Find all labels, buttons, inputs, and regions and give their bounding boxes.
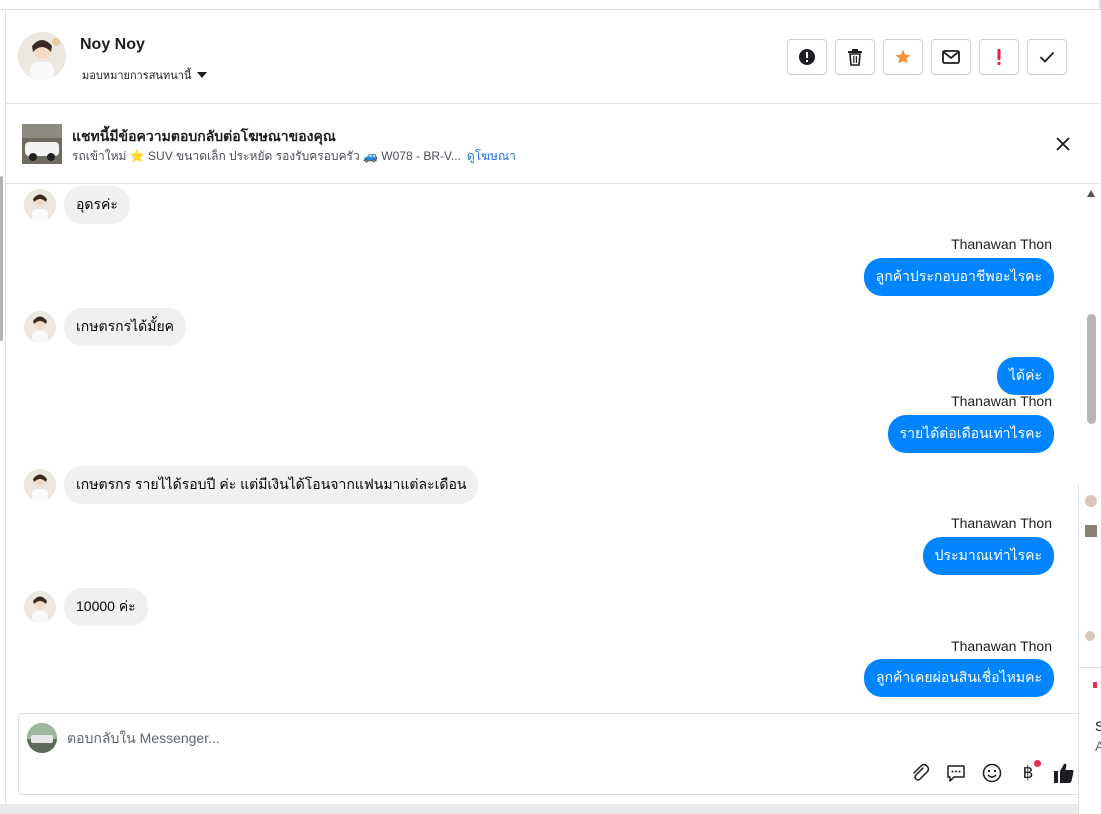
saved-replies-button[interactable] [943, 760, 969, 786]
view-ad-link[interactable]: ดูโฆษณา [467, 149, 516, 163]
side-avatar[interactable] [1085, 631, 1095, 641]
like-button[interactable] [1051, 760, 1077, 786]
exclamation-icon [997, 49, 1001, 65]
ad-reply-banner: แชทนี้มีข้อความตอบกลับต่อโฆษณาของคุณ รถเ… [6, 104, 1099, 184]
caret-down-icon [197, 72, 208, 78]
contact-avatar-small[interactable] [24, 311, 56, 343]
attach-button[interactable] [907, 760, 933, 786]
top-border [0, 0, 1101, 10]
scroll-up-arrow-icon[interactable] [1087, 190, 1095, 197]
sender-name: Thanawan Thon [951, 393, 1052, 409]
message-row: เกษตรกร รายไได้รอบปี ค่ะ แต่มีเงินได้โอน… [24, 466, 479, 504]
composer-toolbar: ฿ [907, 760, 1077, 786]
message-row: 10000 ค่ะ [24, 588, 148, 626]
mark-unread-button[interactable] [931, 39, 971, 75]
sender-name: Thanawan Thon [951, 236, 1052, 252]
side-panel-partial: S A [1078, 485, 1101, 814]
baht-icon: ฿ [1022, 763, 1034, 782]
contact-avatar-small[interactable] [24, 189, 56, 221]
outgoing-message[interactable]: ลูกค้าเคยผ่อนสินเชื่อไหมคะ [863, 659, 1054, 697]
contact-avatar[interactable] [18, 32, 66, 80]
conversation-header: Noy Noy มอบหมายการสนทนานี้ [6, 10, 1099, 104]
assign-label: มอบหมายการสนทนานี้ [82, 70, 192, 82]
incoming-message[interactable]: 10000 ค่ะ [64, 588, 148, 626]
incoming-message[interactable]: เกษตรกรได้มั้ยค [64, 308, 187, 346]
outgoing-message[interactable]: ได้ค่ะ [996, 357, 1054, 395]
page-avatar [27, 723, 57, 753]
side-indicator [1093, 682, 1097, 688]
thumbs-up-icon [1054, 763, 1074, 783]
left-scroll-handle[interactable] [0, 176, 3, 341]
outgoing-message[interactable]: ประมาณเท่าไรคะ [922, 537, 1054, 575]
ad-banner-title: แชทนี้มีข้อความตอบกลับต่อโฆษณาของคุณ [72, 128, 336, 144]
alert-circle-icon [799, 49, 815, 65]
side-text: S [1095, 718, 1101, 734]
sender-name: Thanawan Thon [951, 515, 1052, 531]
delete-button[interactable] [835, 39, 875, 75]
scrollbar-thumb[interactable] [1087, 314, 1096, 424]
incoming-message[interactable]: อุดรค่ะ [64, 186, 130, 224]
side-text: A [1095, 738, 1101, 754]
envelope-icon [942, 50, 960, 64]
contact-name: Noy Noy [80, 36, 145, 53]
ad-banner-subtitle: รถเข้าใหม่ ⭐ SUV ขนาดเล็ก ประหยัด รองรับ… [72, 147, 516, 166]
assign-conversation-dropdown[interactable]: มอบหมายการสนทนานี้ [82, 66, 208, 84]
payment-button[interactable]: ฿ [1015, 760, 1041, 786]
reply-input[interactable] [67, 726, 967, 750]
bottom-bar [0, 804, 1101, 814]
emoji-icon [982, 763, 1002, 783]
side-thumbnail[interactable] [1085, 525, 1097, 537]
chat-bubble-icon [947, 765, 965, 782]
incoming-message[interactable]: เกษตรกร รายไได้รอบปี ค่ะ แต่มีเงินได้โอน… [64, 466, 479, 504]
header-actions [787, 39, 1067, 75]
check-icon [1039, 51, 1055, 63]
contact-avatar-small[interactable] [24, 591, 56, 623]
ad-description: รถเข้าใหม่ ⭐ SUV ขนาดเล็ก ประหยัด รองรับ… [72, 149, 461, 163]
side-card[interactable]: S A [1079, 667, 1101, 814]
star-button[interactable] [883, 39, 923, 75]
outgoing-message[interactable]: รายได้ต่อเดือนเท่าไรคะ [887, 415, 1054, 453]
mark-done-button[interactable] [1027, 39, 1067, 75]
paperclip-icon [913, 763, 930, 781]
star-icon [895, 49, 911, 64]
message-list[interactable]: อุดรค่ะ Thanawan Thon ลูกค้าประกอบอาชีพอ… [6, 184, 1084, 708]
side-avatar[interactable] [1085, 495, 1097, 507]
reply-composer: ฿ [18, 713, 1084, 795]
trash-icon [848, 49, 862, 66]
message-row: เกษตรกรได้มั้ยค [24, 308, 187, 346]
close-icon [1056, 137, 1070, 151]
ad-thumbnail[interactable] [22, 124, 62, 164]
close-banner-button[interactable] [1053, 134, 1073, 154]
report-button[interactable] [787, 39, 827, 75]
notification-dot [1034, 760, 1041, 767]
contact-avatar-small[interactable] [24, 469, 56, 501]
sender-name: Thanawan Thon [951, 638, 1052, 654]
outgoing-message[interactable]: ลูกค้าประกอบอาชีพอะไรคะ [863, 258, 1054, 296]
emoji-button[interactable] [979, 760, 1005, 786]
flag-important-button[interactable] [979, 39, 1019, 75]
message-row: อุดรค่ะ [24, 186, 130, 224]
